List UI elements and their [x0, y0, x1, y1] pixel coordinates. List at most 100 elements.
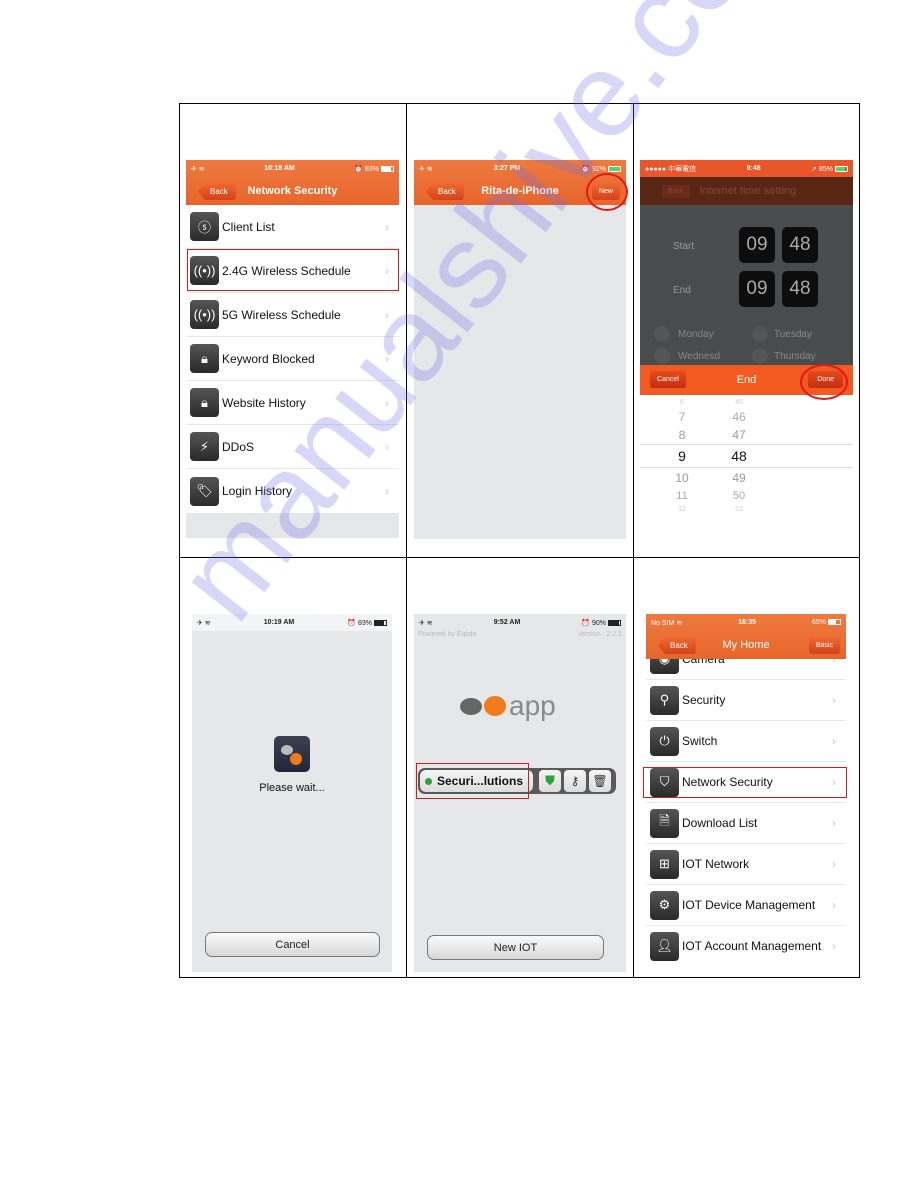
gear-monitor-icon: ⚙ [650, 890, 679, 920]
time-picker[interactable]: 6 45 7 46 8 47 9 48 10 49 11 50 12 51 [640, 395, 853, 514]
status-time: 3:27 PM [493, 165, 521, 172]
security-icon: ⚲ [650, 685, 679, 715]
client-list-icon: ⓢ [190, 212, 219, 241]
airplane-wifi-icon: ✈ ︎≋ [419, 619, 433, 627]
trash-icon[interactable]: 🗑︎ [589, 770, 611, 792]
panel-network-security: ✈ ︎≋ 10:18 AM ⏰ 83% Back Network Securit… [186, 160, 399, 538]
end-time[interactable]: 09 48 [739, 271, 818, 307]
end-hour[interactable]: 09 [739, 271, 775, 307]
shield-icon: ⛉ [650, 767, 679, 797]
header: ✈ ︎≋ 3:27 PM ⏰ 92% Back Rita-de-iPhone N… [414, 160, 626, 205]
start-hour[interactable]: 09 [739, 227, 775, 263]
battery-indicator: ⏰ 90% [581, 619, 621, 627]
lock-icon: 🔒︎ [190, 344, 219, 373]
chevron-right-icon: › [385, 395, 389, 410]
list-item-keyword-blocked[interactable]: 🔒︎ Keyword Blocked › [186, 337, 399, 381]
battery-indicator: 65% [812, 619, 841, 626]
list-item-network-security[interactable]: ⛉ Network Security › [646, 762, 846, 803]
chevron-right-icon: › [385, 263, 389, 278]
lock-icon: 🔒︎ [190, 388, 219, 417]
status-bar: ✈ ︎≋ 10:19 AM ⏰ 83% [192, 614, 392, 631]
status-time: 16:35 [738, 619, 757, 626]
battery-indicator: ⏰ 83% [347, 619, 387, 627]
picker-selected-row[interactable]: 9 48 [640, 444, 853, 468]
battery-indicator: ➚ 85% [811, 165, 848, 173]
list-item-iot-network[interactable]: ⊞ IOT Network › [646, 844, 846, 885]
divider [406, 104, 407, 977]
checkbox-wednesday[interactable] [654, 348, 670, 364]
panel-my-home: No SIM ≋ 16:35 65% Back My Home Basic ◉C… [646, 614, 846, 966]
status-bar: ✈ ︎≋ 3:27 PM ⏰ 92% [414, 160, 626, 177]
panel-time-setting: ●●●●● 中華電信 9:48 ➚ 85% Back Internet time… [640, 160, 853, 525]
status-bar: ✈ ︎≋ 9:52 AM ⏰ 90% [414, 614, 626, 631]
basic-button[interactable]: Basic [808, 637, 840, 654]
status-time: 9:52 AM [493, 619, 521, 626]
start-minute[interactable]: 48 [782, 227, 818, 263]
carrier: No SIM ≋ [651, 619, 683, 627]
status-time: 10:18 AM [264, 165, 295, 172]
page-title: Rita-de-iPhone [481, 185, 559, 197]
cancel-button[interactable]: Cancel [650, 371, 686, 388]
panel-device: ✈ ︎≋ 3:27 PM ⏰ 92% Back Rita-de-iPhone N… [414, 160, 626, 539]
new-iot-button[interactable]: New IOT [427, 935, 604, 960]
device-bar: Securi...lutions ⛊ ⚷ 🗑︎ [418, 768, 616, 794]
checkbox-thursday[interactable] [752, 348, 768, 364]
chevron-right-icon: › [385, 307, 389, 322]
list-item-ddos[interactable]: ⚡︎ DDoS › [186, 425, 399, 469]
list-item-login-history[interactable]: 🏷︎ Login History › [186, 469, 399, 513]
menu-list: ⓢ Client List › ((•)) 2.4G Wireless Schedul… [186, 205, 399, 513]
back-button[interactable]: Back [662, 184, 690, 198]
back-button[interactable]: Back [658, 637, 696, 654]
device-button[interactable]: Securi...lutions [420, 770, 533, 792]
chevron-right-icon: › [832, 898, 836, 912]
header: ✈ ︎≋ 10:18 AM ⏰ 83% Back Network Securit… [186, 160, 399, 205]
status-bar: No SIM ≋ 16:35 65% [646, 614, 846, 631]
dimmed-form: Start 09 48 End 09 48 Monday Tuesday Wed… [640, 205, 853, 365]
chat-bubble-icon [460, 697, 482, 715]
list-item-switch[interactable]: ⏻ Switch › [646, 721, 846, 762]
version: Version : 2.2.1 [577, 631, 622, 638]
shield-icon[interactable]: ⛊ [539, 770, 561, 792]
list-item-2-4g-wireless-schedule[interactable]: ((•)) 2.4G Wireless Schedule › [186, 249, 399, 293]
chevron-right-icon: › [385, 219, 389, 234]
status-bar: ✈ ︎≋ 10:18 AM ⏰ 83% [186, 160, 399, 177]
key-icon[interactable]: ⚷ [564, 770, 586, 792]
status-time: 10:19 AM [263, 619, 295, 626]
end-minute[interactable]: 48 [782, 271, 818, 307]
app-icon [274, 736, 310, 772]
picker-title: End [736, 374, 757, 386]
airplane-wifi-icon: ✈ ︎≋ [197, 619, 211, 627]
list-item-5g-wireless-schedule[interactable]: ((•)) 5G Wireless Schedule › [186, 293, 399, 337]
back-button[interactable]: Back [198, 183, 236, 200]
chevron-right-icon: › [832, 939, 836, 953]
list-item-download-list[interactable]: 🗎︎ Download List › [646, 803, 846, 844]
divider [180, 557, 859, 558]
done-button[interactable]: Done [808, 371, 843, 388]
list-item-security[interactable]: ⚲ Security › [646, 680, 846, 721]
header: ●●●●● 中華電信 9:48 ➚ 85% [640, 160, 853, 177]
back-button[interactable]: Back [426, 183, 464, 200]
airplane-wifi-icon: ✈ ︎≋ [191, 165, 205, 173]
lightning-icon: ⚡︎ [190, 432, 219, 461]
chevron-right-icon: › [832, 693, 836, 707]
start-time[interactable]: 09 48 [739, 227, 818, 263]
new-button[interactable]: New [591, 183, 620, 200]
menu-list: ◉Camera› ⚲Security› ⏻Switch› ⛉Network Se… [646, 639, 846, 966]
chevron-right-icon: › [832, 816, 836, 830]
list-item-iot-account-management[interactable]: 👤︎ IOT Account Management › [646, 926, 846, 966]
chevron-right-icon: › [385, 439, 389, 454]
online-status-icon [425, 777, 432, 785]
checkbox-tuesday[interactable] [752, 326, 768, 342]
picker-toolbar: Cancel End Done [640, 365, 853, 395]
page-title: Internet time setting [699, 185, 797, 197]
list-item-client-list[interactable]: ⓢ Client List › [186, 205, 399, 249]
status-time: 9:48 [746, 165, 761, 172]
cancel-button[interactable]: Cancel [205, 932, 380, 957]
navbar: Back My Home Basic [646, 631, 846, 659]
battery-indicator: ⏰ 83% [354, 165, 394, 173]
list-item-iot-device-management[interactable]: ⚙ IOT Device Management › [646, 885, 846, 926]
list-item-website-history[interactable]: 🔒︎ Website History › [186, 381, 399, 425]
chevron-right-icon: › [832, 734, 836, 748]
checkbox-monday[interactable] [654, 326, 670, 342]
battery-indicator: ⏰ 92% [581, 165, 621, 173]
